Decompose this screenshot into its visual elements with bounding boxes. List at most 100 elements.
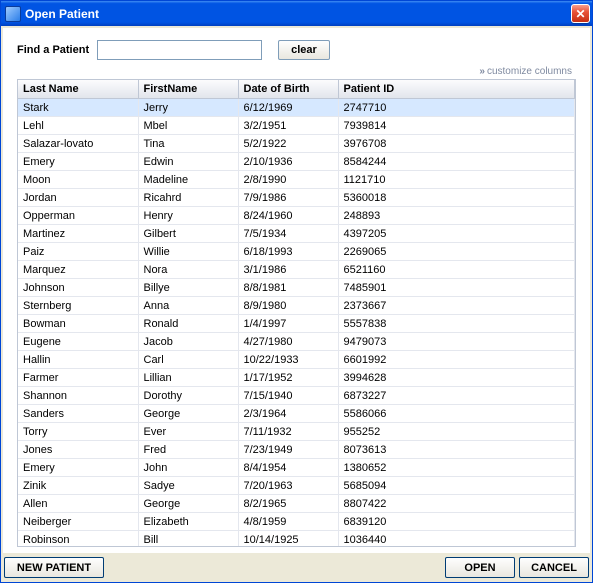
cell-first: Jerry xyxy=(138,99,238,117)
table-row[interactable]: ShannonDorothy7/15/19406873227 xyxy=(18,387,575,405)
cell-pid: 248893 xyxy=(338,207,575,225)
customize-columns-link[interactable]: » customize columns xyxy=(479,66,572,77)
cell-first: Henry xyxy=(138,207,238,225)
cell-last: Opperman xyxy=(18,207,138,225)
table-row[interactable]: MarquezNora3/1/19866521160 xyxy=(18,261,575,279)
cell-first: Edwin xyxy=(138,153,238,171)
cell-dob: 7/9/1986 xyxy=(238,189,338,207)
patient-table-wrap: Last Name FirstName Date of Birth Patien… xyxy=(17,79,576,547)
cell-pid: 5360018 xyxy=(338,189,575,207)
table-row[interactable]: JordanRicahrd7/9/19865360018 xyxy=(18,189,575,207)
cell-last: Farmer xyxy=(18,369,138,387)
cell-last: Paiz xyxy=(18,243,138,261)
cell-last: Robinson xyxy=(18,531,138,547)
cell-last: Emery xyxy=(18,153,138,171)
cell-pid: 1036440 xyxy=(338,531,575,547)
cell-first: Sadye xyxy=(138,477,238,495)
cell-first: Dorothy xyxy=(138,387,238,405)
cell-first: Carl xyxy=(138,351,238,369)
patient-table-scroll[interactable]: Last Name FirstName Date of Birth Patien… xyxy=(18,80,575,546)
cell-first: Bill xyxy=(138,531,238,547)
col-header-dob[interactable]: Date of Birth xyxy=(238,80,338,99)
customize-row: » customize columns xyxy=(3,66,590,79)
table-row[interactable]: PaizWillie6/18/19932269065 xyxy=(18,243,575,261)
new-patient-button[interactable]: NEW PATIENT xyxy=(4,557,104,578)
cell-first: Willie xyxy=(138,243,238,261)
table-row[interactable]: AllenGeorge8/2/19658807422 xyxy=(18,495,575,513)
cell-first: George xyxy=(138,405,238,423)
cell-last: Bowman xyxy=(18,315,138,333)
table-row[interactable]: Salazar-lovatoTina5/2/19223976708 xyxy=(18,135,575,153)
cancel-button[interactable]: CANCEL xyxy=(519,557,589,578)
table-row[interactable]: JohnsonBillye8/8/19817485901 xyxy=(18,279,575,297)
cell-last: Stark xyxy=(18,99,138,117)
cell-first: Madeline xyxy=(138,171,238,189)
cell-first: Nora xyxy=(138,261,238,279)
cell-dob: 6/12/1969 xyxy=(238,99,338,117)
table-row[interactable]: SternbergAnna8/9/19802373667 xyxy=(18,297,575,315)
cell-pid: 4397205 xyxy=(338,225,575,243)
cell-pid: 7939814 xyxy=(338,117,575,135)
cell-dob: 4/8/1959 xyxy=(238,513,338,531)
cell-pid: 3976708 xyxy=(338,135,575,153)
table-row[interactable]: EugeneJacob4/27/19809479073 xyxy=(18,333,575,351)
table-row[interactable]: NeibergerElizabeth4/8/19596839120 xyxy=(18,513,575,531)
cell-dob: 8/2/1965 xyxy=(238,495,338,513)
cell-pid: 5557838 xyxy=(338,315,575,333)
search-row: Find a Patient clear xyxy=(3,28,590,66)
cell-pid: 5685094 xyxy=(338,477,575,495)
cell-dob: 10/14/1925 xyxy=(238,531,338,547)
cell-pid: 2373667 xyxy=(338,297,575,315)
cell-pid: 6601992 xyxy=(338,351,575,369)
cell-dob: 2/3/1964 xyxy=(238,405,338,423)
cell-pid: 6521160 xyxy=(338,261,575,279)
cell-dob: 6/18/1993 xyxy=(238,243,338,261)
cell-pid: 8584244 xyxy=(338,153,575,171)
cell-last: Sternberg xyxy=(18,297,138,315)
table-row[interactable]: BowmanRonald1/4/19975557838 xyxy=(18,315,575,333)
table-row[interactable]: SandersGeorge2/3/19645586066 xyxy=(18,405,575,423)
table-row[interactable]: EmeryEdwin2/10/19368584244 xyxy=(18,153,575,171)
patient-table: Last Name FirstName Date of Birth Patien… xyxy=(18,80,575,546)
cell-last: Lehl xyxy=(18,117,138,135)
cell-first: Fred xyxy=(138,441,238,459)
cell-first: Elizabeth xyxy=(138,513,238,531)
open-patient-dialog: Open Patient ✕ Find a Patient clear » cu… xyxy=(0,0,593,583)
table-header-row: Last Name FirstName Date of Birth Patien… xyxy=(18,80,575,99)
table-row[interactable]: FarmerLillian1/17/19523994628 xyxy=(18,369,575,387)
cell-last: Hallin xyxy=(18,351,138,369)
table-row[interactable]: TorryEver7/11/1932955252 xyxy=(18,423,575,441)
dialog-content: Find a Patient clear » customize columns… xyxy=(3,28,590,553)
cell-first: Mbel xyxy=(138,117,238,135)
close-button[interactable]: ✕ xyxy=(571,4,590,23)
table-row[interactable]: OppermanHenry8/24/1960248893 xyxy=(18,207,575,225)
clear-button[interactable]: clear xyxy=(278,40,330,60)
cell-pid: 7485901 xyxy=(338,279,575,297)
cell-last: Eugene xyxy=(18,333,138,351)
open-button[interactable]: OPEN xyxy=(445,557,515,578)
table-row[interactable]: EmeryJohn8/4/19541380652 xyxy=(18,459,575,477)
cell-first: George xyxy=(138,495,238,513)
cell-dob: 7/20/1963 xyxy=(238,477,338,495)
cell-pid: 8807422 xyxy=(338,495,575,513)
table-row[interactable]: StarkJerry6/12/19692747710 xyxy=(18,99,575,117)
search-input[interactable] xyxy=(97,40,262,60)
cell-last: Zinik xyxy=(18,477,138,495)
col-header-last-name[interactable]: Last Name xyxy=(18,80,138,99)
col-header-patient-id[interactable]: Patient ID xyxy=(338,80,575,99)
table-row[interactable]: MoonMadeline2/8/19901121710 xyxy=(18,171,575,189)
dialog-footer: NEW PATIENT OPEN CANCEL xyxy=(1,553,592,582)
table-row[interactable]: LehlMbel3/2/19517939814 xyxy=(18,117,575,135)
cell-dob: 1/4/1997 xyxy=(238,315,338,333)
table-row[interactable]: HallinCarl10/22/19336601992 xyxy=(18,351,575,369)
table-row[interactable]: RobinsonBill10/14/19251036440 xyxy=(18,531,575,547)
cell-dob: 7/11/1932 xyxy=(238,423,338,441)
cell-first: Lillian xyxy=(138,369,238,387)
cell-first: Ronald xyxy=(138,315,238,333)
cell-last: Moon xyxy=(18,171,138,189)
table-row[interactable]: MartinezGilbert7/5/19344397205 xyxy=(18,225,575,243)
table-row[interactable]: ZinikSadye7/20/19635685094 xyxy=(18,477,575,495)
col-header-first-name[interactable]: FirstName xyxy=(138,80,238,99)
cell-dob: 7/15/1940 xyxy=(238,387,338,405)
table-row[interactable]: JonesFred7/23/19498073613 xyxy=(18,441,575,459)
